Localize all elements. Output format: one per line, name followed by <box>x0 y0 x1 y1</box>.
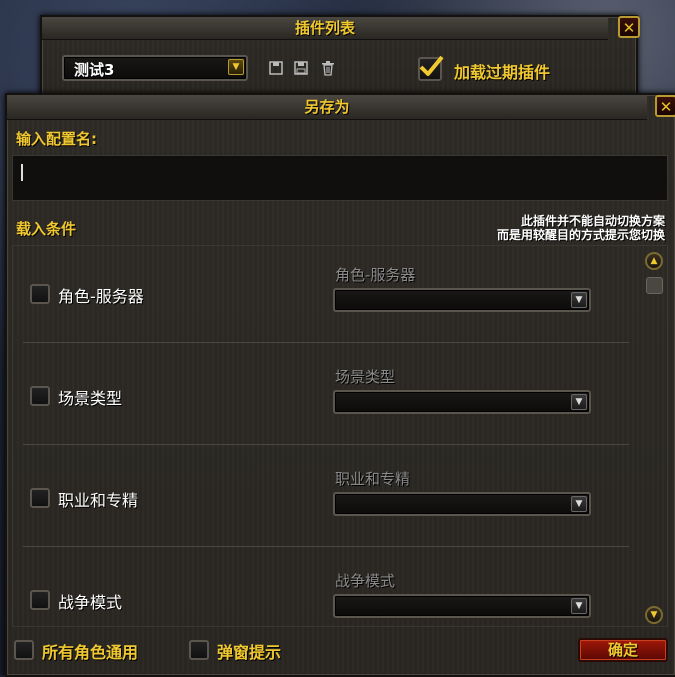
text-cursor <box>21 164 23 181</box>
close-icon: ✕ <box>659 98 673 116</box>
confirm-button-label: 确定 <box>607 641 638 659</box>
character-server-checkbox[interactable] <box>30 284 50 304</box>
dropdown-arrow-icon: ▼ <box>571 292 587 308</box>
conditions-list: 角色-服务器 角色-服务器 ▼ 场景类型 场景类型 ▼ 职业和专精 职业和专精 <box>12 245 668 627</box>
confirm-button[interactable]: 确定 <box>578 638 668 662</box>
dropdown-arrow-icon: ▼ <box>571 496 587 512</box>
save-as-close-button[interactable]: ✕ <box>655 95 675 117</box>
addon-list-window: 插件列表 ✕ 测试3 ▼ 加载过期插件 <box>40 15 640 99</box>
war-mode-dropdown-label: 战争模式 <box>335 572 396 590</box>
war-mode-checkbox[interactable] <box>30 590 50 610</box>
all-characters-label: 所有角色通用 <box>42 643 139 662</box>
scrollbar-thumb[interactable] <box>646 277 663 294</box>
dropdown-arrow-icon: ▼ <box>228 59 244 75</box>
row-divider <box>23 546 629 547</box>
all-characters-checkbox[interactable] <box>14 640 34 660</box>
save-icon[interactable] <box>268 60 284 76</box>
popup-hint-checkbox[interactable] <box>189 640 209 660</box>
note-line-2: 而是用较醒目的方式提示您切换 <box>496 228 665 242</box>
scene-type-dropdown[interactable]: ▼ <box>333 390 591 414</box>
character-server-dropdown-label: 角色-服务器 <box>335 266 416 284</box>
scene-type-checkbox[interactable] <box>30 386 50 406</box>
trash-icon[interactable] <box>320 60 336 76</box>
popup-hint-label: 弹窗提示 <box>217 643 282 662</box>
addon-list-title: 插件列表 <box>42 17 608 40</box>
load-outdated-checkbox[interactable] <box>418 55 444 81</box>
row-divider <box>23 444 629 445</box>
war-mode-dropdown[interactable]: ▼ <box>333 594 591 618</box>
class-spec-checkbox-label: 职业和专精 <box>58 491 139 510</box>
checkmark-icon <box>419 55 444 76</box>
class-spec-dropdown[interactable]: ▼ <box>333 492 591 516</box>
addon-list-close-button[interactable]: ✕ <box>618 16 640 38</box>
character-server-dropdown[interactable]: ▼ <box>333 288 591 312</box>
config-name-label: 输入配置名: <box>16 130 97 148</box>
save-as-dialog: 另存为 ✕ 输入配置名: 载入条件 此插件并不能自动切换方案 而是用较醒目的方式… <box>5 93 675 677</box>
war-mode-checkbox-label: 战争模式 <box>58 593 123 612</box>
close-icon: ✕ <box>622 19 636 37</box>
class-spec-dropdown-label: 职业和专精 <box>335 470 411 488</box>
load-conditions-label: 载入条件 <box>16 220 77 238</box>
scene-type-checkbox-label: 场景类型 <box>58 389 123 408</box>
dropdown-arrow-icon: ▼ <box>571 394 587 410</box>
scroll-up-icon[interactable]: ▲ <box>645 252 663 270</box>
class-spec-checkbox[interactable] <box>30 488 50 508</box>
dropdown-arrow-icon: ▼ <box>571 598 587 614</box>
scene-type-dropdown-label: 场景类型 <box>335 368 396 386</box>
load-outdated-label: 加载过期插件 <box>454 63 551 82</box>
save-as-icon[interactable] <box>293 60 309 76</box>
row-divider <box>23 342 629 343</box>
character-server-checkbox-label: 角色-服务器 <box>58 287 144 306</box>
profile-dropdown[interactable]: 测试3 ▼ <box>62 55 248 81</box>
scroll-down-icon[interactable]: ▼ <box>645 606 663 624</box>
profile-dropdown-value: 测试3 <box>74 61 115 79</box>
save-as-title: 另存为 <box>7 95 647 120</box>
config-name-input[interactable] <box>12 155 668 201</box>
